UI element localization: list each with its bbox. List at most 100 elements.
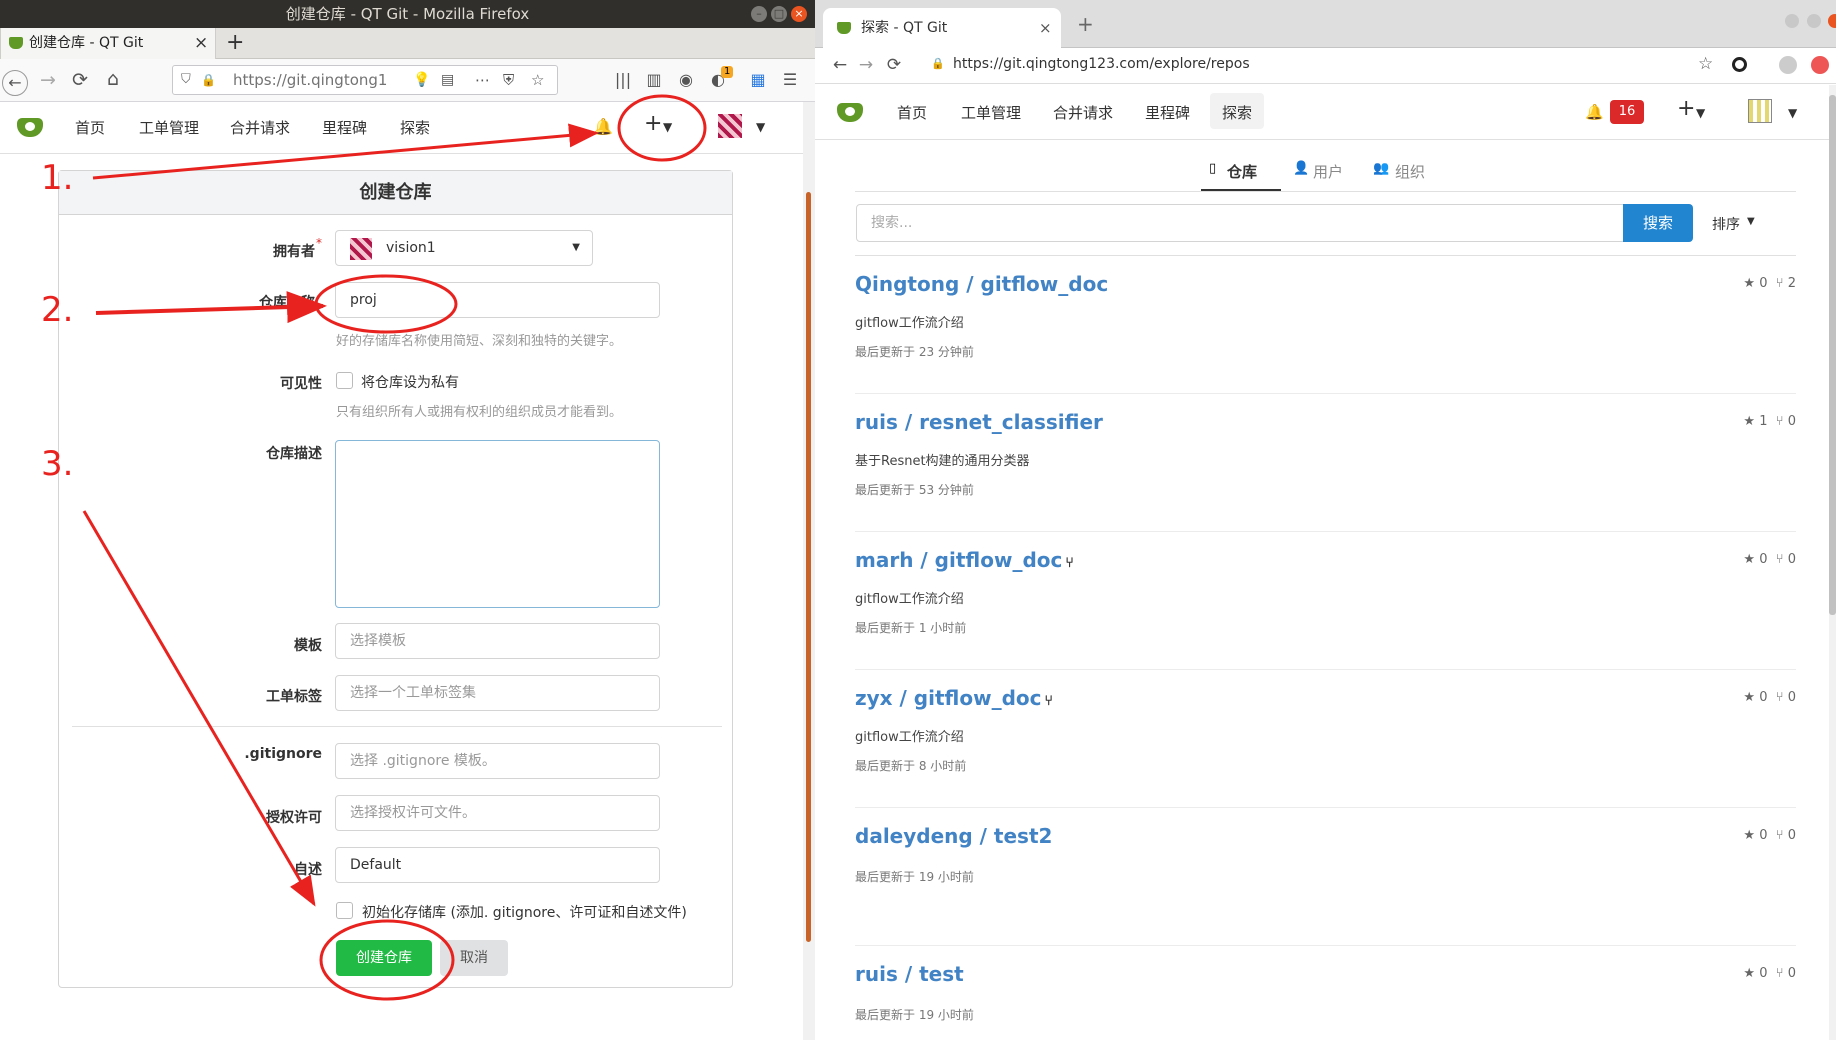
url-text[interactable]: https://git.qingtong123.com/explore/repo… <box>953 56 1250 72</box>
page-actions-icon[interactable]: ⋯ <box>475 66 490 94</box>
tab-strip: 创建仓库 - QT Git × + <box>0 28 815 59</box>
repo-name-link[interactable]: marh / gitflow_doc ⑂ <box>855 548 1074 572</box>
user-avatar[interactable] <box>718 114 742 138</box>
tab-repos[interactable]: ▯ 仓库 <box>1201 151 1281 191</box>
maximize-button[interactable] <box>1807 14 1821 28</box>
menu-milestones[interactable]: 里程碑 <box>1145 103 1190 123</box>
gitea-logo[interactable] <box>837 103 863 122</box>
sort-dropdown[interactable]: 排序 <box>1712 214 1740 234</box>
menu-pulls[interactable]: 合并请求 <box>230 118 290 138</box>
url-bar[interactable]: ⛉ 🔒 https://git.qingtong1 💡 ▤ ⋯ ⛨ ☆ <box>172 65 558 95</box>
cancel-button[interactable]: 取消 <box>440 940 508 976</box>
extension-icon[interactable] <box>1732 57 1747 72</box>
menu-explore[interactable]: 探索 <box>1222 103 1252 123</box>
menu-issues[interactable]: 工单管理 <box>961 103 1021 123</box>
extensions-grid-icon[interactable]: ▦ <box>745 70 771 90</box>
right-browser-window: 探索 - QT Git × + ← → ⟳ 🔒 https://git.qing… <box>815 0 1836 1040</box>
lightbulb-icon[interactable]: 💡 <box>413 66 430 94</box>
pocket-icon[interactable]: ⛨ <box>503 66 514 94</box>
close-window-button[interactable]: × <box>791 6 807 22</box>
license-dropdown[interactable]: 选择授权许可文件。 <box>335 795 660 831</box>
description-textarea[interactable] <box>335 440 660 608</box>
account-icon[interactable]: ◉ <box>673 70 699 90</box>
branch-fork-icon: ⑂ <box>1775 414 1784 429</box>
maximize-button[interactable]: □ <box>771 6 787 22</box>
create-plus-button[interactable]: + <box>1677 98 1695 120</box>
branch-fork-icon: ⑂ <box>1775 276 1784 291</box>
sidebar-icon[interactable]: ▥ <box>641 70 667 90</box>
menu-milestones[interactable]: 里程碑 <box>322 118 367 138</box>
gitignore-dropdown[interactable]: 选择 .gitignore 模板。 <box>335 743 660 779</box>
notification-bell-icon[interactable]: 🔔 <box>1585 102 1604 122</box>
chrome-tab-active[interactable]: 探索 - QT Git × <box>823 8 1061 48</box>
new-tab-button[interactable]: + <box>226 28 244 58</box>
create-plus-button[interactable]: + <box>644 113 662 135</box>
search-button[interactable]: 搜索 <box>1623 204 1693 242</box>
gitea-logo[interactable] <box>17 118 43 137</box>
user-menu-chevron-icon[interactable]: ▼ <box>756 117 765 137</box>
reader-view-icon[interactable]: ▤ <box>441 66 454 94</box>
page-scrollbar[interactable] <box>1829 85 1836 1040</box>
menu-pulls[interactable]: 合并请求 <box>1053 103 1113 123</box>
forward-button[interactable]: → <box>853 55 879 75</box>
sort-chevron-icon[interactable]: ▼ <box>1747 216 1755 227</box>
tab-title: 探索 - QT Git <box>861 20 948 36</box>
back-button[interactable]: ← <box>2 70 28 96</box>
repo-name-link[interactable]: Qingtong / gitflow_doc <box>855 272 1108 296</box>
home-button[interactable]: ⌂ <box>100 69 126 89</box>
tab-users[interactable]: 👤 用户 <box>1293 151 1353 191</box>
template-dropdown[interactable]: 选择模板 <box>335 623 660 659</box>
scrollbar-thumb[interactable] <box>806 192 811 942</box>
tab-orgs-label: 组织 <box>1395 163 1426 181</box>
page-scrollbar[interactable] <box>803 102 815 1040</box>
readme-dropdown[interactable]: Default <box>335 847 660 883</box>
auto-init-checkbox[interactable] <box>336 902 353 919</box>
close-window-button[interactable] <box>1828 14 1836 28</box>
scrollbar-thumb[interactable] <box>1829 95 1836 615</box>
auto-init-label[interactable]: 初始化存储库 (添加. gitignore、许可证和自述文件) <box>362 902 687 922</box>
forward-button[interactable]: → <box>35 70 61 90</box>
repo-name-link[interactable]: daleydeng / test2 <box>855 824 1052 848</box>
update-icon[interactable] <box>1811 56 1829 74</box>
bookmark-star-icon[interactable]: ☆ <box>531 66 544 94</box>
fork-icon: ⑂ <box>1044 693 1053 709</box>
repo-name-link[interactable]: ruis / resnet_classifier <box>855 410 1103 434</box>
private-checkbox-label[interactable]: 将仓库设为私有 <box>361 372 459 392</box>
star-icon: ★ <box>1743 276 1756 291</box>
minimize-button[interactable]: – <box>751 6 767 22</box>
star-count: 0 <box>1759 690 1768 705</box>
repo-name-input[interactable]: proj <box>335 282 660 318</box>
chevron-down-icon[interactable]: ▼ <box>1696 103 1705 123</box>
new-tab-button[interactable]: + <box>1077 12 1094 36</box>
close-tab-icon[interactable]: × <box>194 28 208 59</box>
reload-button[interactable]: ⟳ <box>67 70 93 90</box>
private-checkbox[interactable] <box>336 372 353 389</box>
create-repo-button[interactable]: 创建仓库 <box>336 940 432 976</box>
library-icon[interactable]: ||| <box>610 70 636 90</box>
profile-avatar-icon[interactable] <box>1779 56 1797 74</box>
chevron-down-icon[interactable]: ▼ <box>663 117 672 137</box>
notification-count-badge[interactable]: 16 <box>1610 100 1644 124</box>
search-input[interactable]: 搜索... <box>856 204 1626 242</box>
user-menu-chevron-icon[interactable]: ▼ <box>1788 103 1797 123</box>
form-divider <box>72 726 722 727</box>
owner-dropdown[interactable]: vision1 ▼ <box>335 230 593 266</box>
repo-name-link[interactable]: ruis / test <box>855 962 964 986</box>
bookmark-star-icon[interactable]: ☆ <box>1698 54 1713 74</box>
hamburger-menu-icon[interactable]: ☰ <box>777 70 803 90</box>
minimize-button[interactable] <box>1785 14 1799 28</box>
tab-orgs[interactable]: 👥 组织 <box>1373 151 1433 191</box>
menu-home[interactable]: 首页 <box>75 118 105 138</box>
back-button[interactable]: ← <box>827 55 853 75</box>
reload-button[interactable]: ⟳ <box>881 55 907 75</box>
repo-name-link[interactable]: zyx / gitflow_doc ⑂ <box>855 686 1053 710</box>
user-avatar[interactable] <box>1748 99 1772 123</box>
browser-tab-active[interactable]: 创建仓库 - QT Git × <box>0 28 216 59</box>
menu-home[interactable]: 首页 <box>897 103 927 123</box>
issue-labels-dropdown[interactable]: 选择一个工单标签集 <box>335 675 660 711</box>
menu-explore[interactable]: 探索 <box>400 118 430 138</box>
close-tab-icon[interactable]: × <box>1039 8 1052 48</box>
fork-count: 0 <box>1787 690 1796 705</box>
notification-bell-icon[interactable]: 🔔 <box>593 117 613 137</box>
menu-issues[interactable]: 工单管理 <box>139 118 199 138</box>
